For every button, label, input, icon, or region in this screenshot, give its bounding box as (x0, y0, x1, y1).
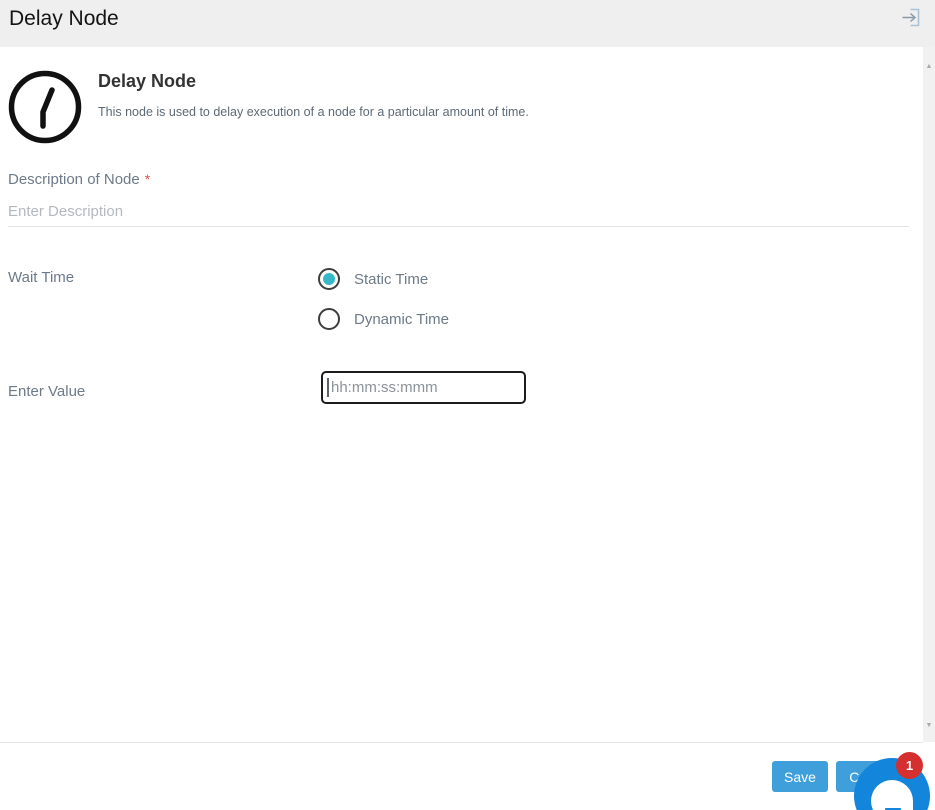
text-cursor (327, 378, 329, 397)
radio-option-dynamic-time[interactable]: Dynamic Time (318, 308, 449, 330)
node-description: This node is used to delay execution of … (98, 105, 529, 119)
scroll-up-icon[interactable]: ▲ (923, 61, 935, 73)
radio-label-dynamic-time[interactable]: Dynamic Time (354, 311, 449, 328)
radio-dot (323, 313, 335, 325)
description-input[interactable] (8, 196, 909, 227)
description-of-node-label: Description of Node* (8, 171, 150, 188)
enter-value-label: Enter Value (8, 383, 85, 400)
required-asterisk: * (145, 171, 150, 187)
save-button[interactable]: Save (772, 761, 828, 792)
radio-label-static-time[interactable]: Static Time (354, 271, 428, 288)
time-value-field-wrap (321, 371, 526, 404)
delay-node-panel: Delay Node ▲ ▼ Delay Node This node is u… (0, 0, 935, 810)
chat-notification-badge[interactable]: 1 (896, 752, 923, 779)
clock-icon (7, 69, 83, 145)
scroll-down-icon[interactable]: ▼ (923, 720, 935, 732)
radio-dot (323, 273, 335, 285)
panel-header: Delay Node (0, 0, 935, 47)
panel-title: Delay Node (9, 7, 119, 31)
wait-time-label: Wait Time (8, 269, 74, 286)
vertical-scrollbar[interactable]: ▲ ▼ (923, 47, 935, 742)
radio-option-static-time[interactable]: Static Time (318, 268, 428, 290)
footer-divider (0, 742, 923, 743)
time-value-input[interactable] (321, 371, 526, 404)
radio-button-icon[interactable] (318, 308, 340, 330)
sign-in-door-arrow-icon[interactable] (902, 7, 921, 28)
node-title: Delay Node (98, 71, 196, 92)
radio-button-icon[interactable] (318, 268, 340, 290)
